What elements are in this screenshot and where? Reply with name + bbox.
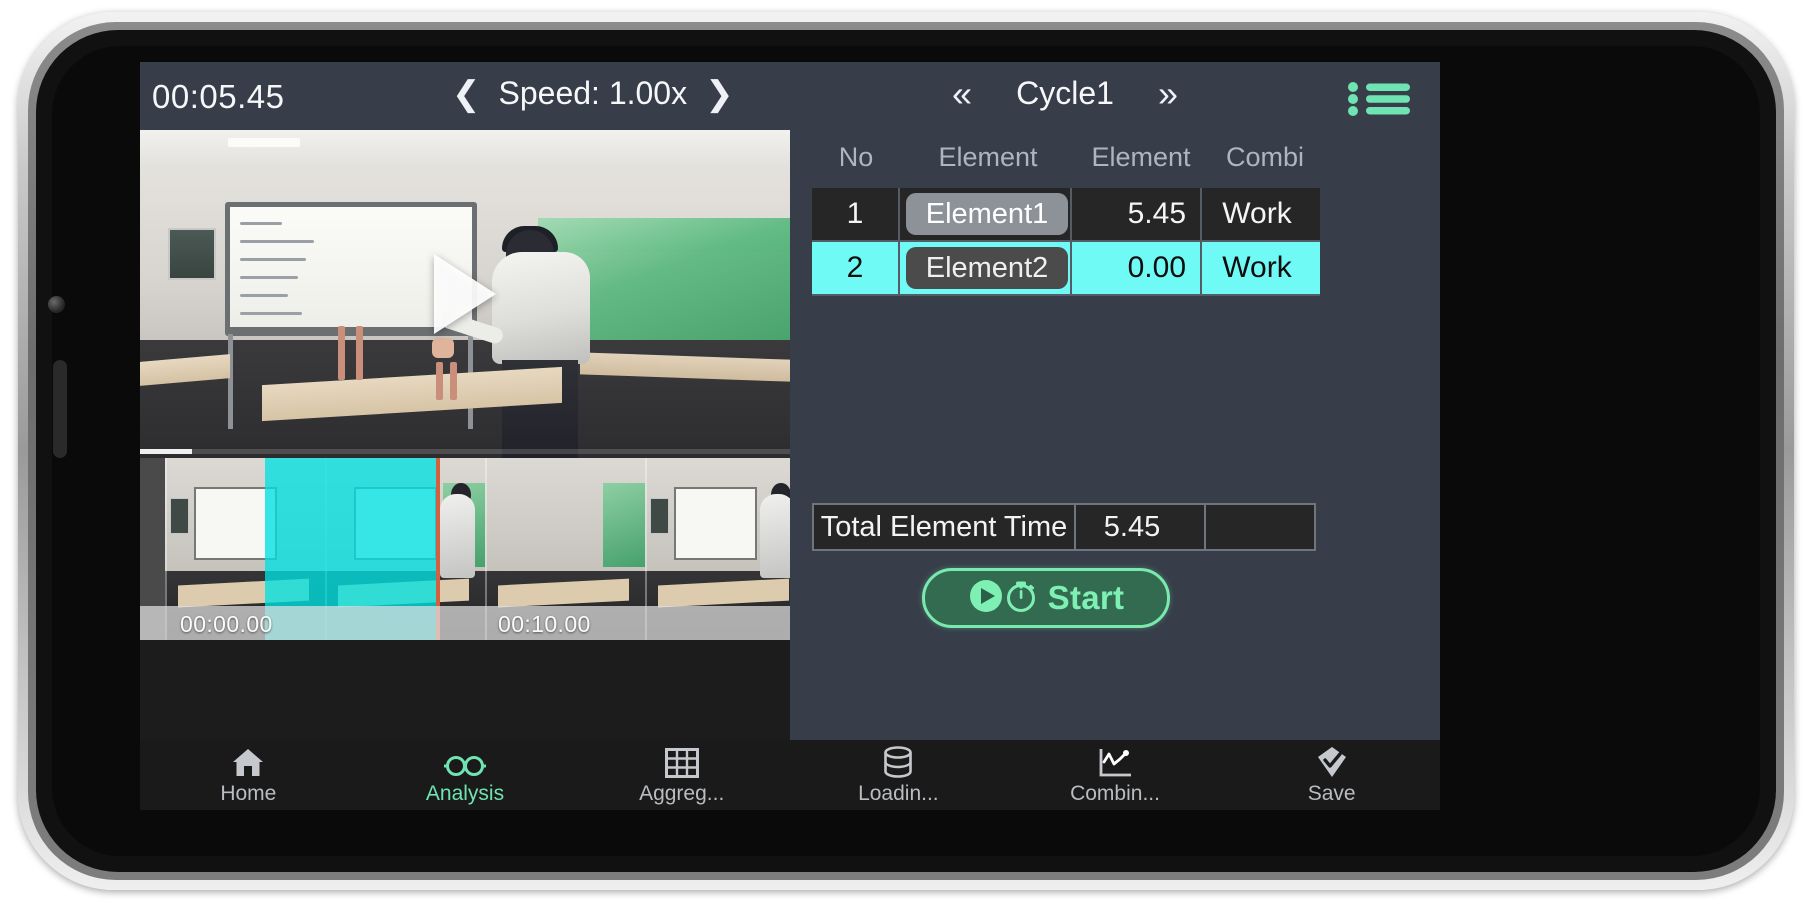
- nav-item-aggregate[interactable]: Aggreg...: [573, 740, 790, 810]
- video-scene-ceiling: [140, 130, 790, 170]
- video-scene-peg: [338, 326, 345, 380]
- start-button-label: Start: [1047, 579, 1125, 616]
- element-name-field[interactable]: Element2: [906, 247, 1068, 289]
- whiteboard-line: [240, 258, 306, 261]
- app-screen: 00:05.45 ❮ Speed: 1.00x ❯ « Cycle1 » 00:…: [140, 62, 1440, 740]
- cell-element[interactable]: Element2: [900, 242, 1072, 294]
- nav-label-save: Save: [1307, 782, 1356, 805]
- nav-item-analysis[interactable]: Analysis: [357, 740, 574, 810]
- total-value: 5.45: [1076, 505, 1206, 549]
- column-header-combi: Combi: [1225, 142, 1305, 172]
- speed-label: Speed: 1.00x: [498, 75, 688, 111]
- video-scene-person-hand: [432, 338, 454, 358]
- video-progress-bar[interactable]: [140, 449, 790, 454]
- cell-no: 1: [812, 188, 900, 240]
- check-diamond-icon: [1316, 744, 1348, 778]
- cell-combi[interactable]: Work: [1202, 242, 1312, 294]
- top-bar: 00:05.45 ❮ Speed: 1.00x ❯ « Cycle1 »: [140, 62, 1440, 130]
- cycle-previous-button[interactable]: «: [952, 75, 972, 112]
- cell-element[interactable]: Element1: [900, 188, 1072, 240]
- video-scene-peg: [356, 326, 363, 380]
- nav-label-aggregate: Aggreg...: [639, 782, 725, 805]
- video-scene-ceiling-light: [228, 138, 300, 147]
- element-name-field[interactable]: Element1: [906, 193, 1068, 235]
- total-element-time-row: Total Element Time 5.45: [812, 503, 1316, 551]
- whiteboard-line: [240, 312, 302, 315]
- table-header-row: No Element Element Combi: [790, 130, 1440, 188]
- video-scene-person-body: [492, 252, 590, 364]
- bottom-navigation-bar: Home Analysis Aggreg... Loadin... Combin…: [140, 740, 1440, 810]
- database-icon: [883, 744, 913, 778]
- play-triangle-icon[interactable]: [434, 254, 496, 334]
- cell-time: 5.45: [1072, 188, 1202, 240]
- front-camera-icon: [48, 296, 65, 313]
- earpiece-speaker: [53, 360, 67, 458]
- nav-label-analysis: Analysis: [425, 782, 505, 805]
- filmstrip-timeline[interactable]: 00:00.00 00:10.00: [140, 458, 790, 640]
- grid-icon: [664, 744, 699, 778]
- nav-item-home[interactable]: Home: [140, 740, 357, 810]
- video-scene-board-stand: [228, 334, 233, 429]
- cycle-control-group: « Cycle1 »: [952, 75, 1178, 112]
- cell-time: 0.00: [1072, 242, 1202, 294]
- whiteboard-line: [240, 240, 314, 243]
- nav-item-combination[interactable]: Combin...: [1007, 740, 1224, 810]
- line-chart-icon: [1098, 744, 1132, 778]
- play-circle-icon: [968, 578, 1004, 619]
- total-label: Total Element Time: [814, 505, 1076, 549]
- nav-item-loading[interactable]: Loadin...: [790, 740, 1007, 810]
- nav-label-combination: Combin...: [1070, 782, 1160, 805]
- table-row[interactable]: 2 Element2 0.00 Work: [812, 242, 1320, 296]
- whiteboard-line: [240, 276, 298, 279]
- video-scene-peg: [450, 362, 457, 400]
- start-button[interactable]: Start: [922, 568, 1170, 628]
- column-header-element-time: Element: [1091, 142, 1191, 172]
- playback-time: 00:05.45: [152, 78, 285, 115]
- whiteboard-line: [240, 294, 288, 297]
- column-header-no: No: [838, 142, 874, 172]
- speed-increase-button[interactable]: ❯: [705, 77, 734, 111]
- cell-no: 2: [812, 242, 900, 294]
- whiteboard-line: [240, 222, 282, 225]
- total-empty-cell: [1206, 505, 1314, 549]
- video-scene-peg: [436, 362, 443, 400]
- element-table: 1 Element1 5.45 Work 2 Element2 0.00 Wor…: [812, 188, 1320, 296]
- video-player[interactable]: [140, 130, 790, 458]
- video-scene-monitor: [168, 228, 216, 280]
- glasses-icon: [443, 744, 487, 778]
- nav-label-home: Home: [220, 782, 277, 805]
- home-icon: [231, 744, 265, 778]
- column-header-element-name: Element: [938, 142, 1038, 172]
- list-bullets-icon[interactable]: [1346, 82, 1410, 116]
- filmstrip-start-time: 00:00.00: [180, 611, 273, 637]
- speed-decrease-button[interactable]: ❮: [452, 77, 481, 111]
- nav-label-loading: Loadin...: [858, 782, 939, 805]
- screenshot-root: 00:05.45 ❮ Speed: 1.00x ❯ « Cycle1 » 00:…: [0, 0, 1812, 904]
- cell-combi[interactable]: Work: [1202, 188, 1312, 240]
- cycle-next-button[interactable]: »: [1158, 75, 1178, 112]
- filmstrip-end-time: 00:10.00: [498, 611, 591, 637]
- video-panel: 00:00.00 00:10.00: [140, 130, 790, 740]
- table-row[interactable]: 1 Element1 5.45 Work: [812, 188, 1320, 242]
- nav-item-save[interactable]: Save: [1223, 740, 1440, 810]
- stopwatch-icon: [1003, 578, 1039, 619]
- speed-control-group: ❮ Speed: 1.00x ❯: [452, 75, 734, 112]
- cycle-label: Cycle1: [1016, 75, 1114, 111]
- element-data-panel: No Element Element Combi 1 Element1 5.45…: [790, 130, 1440, 740]
